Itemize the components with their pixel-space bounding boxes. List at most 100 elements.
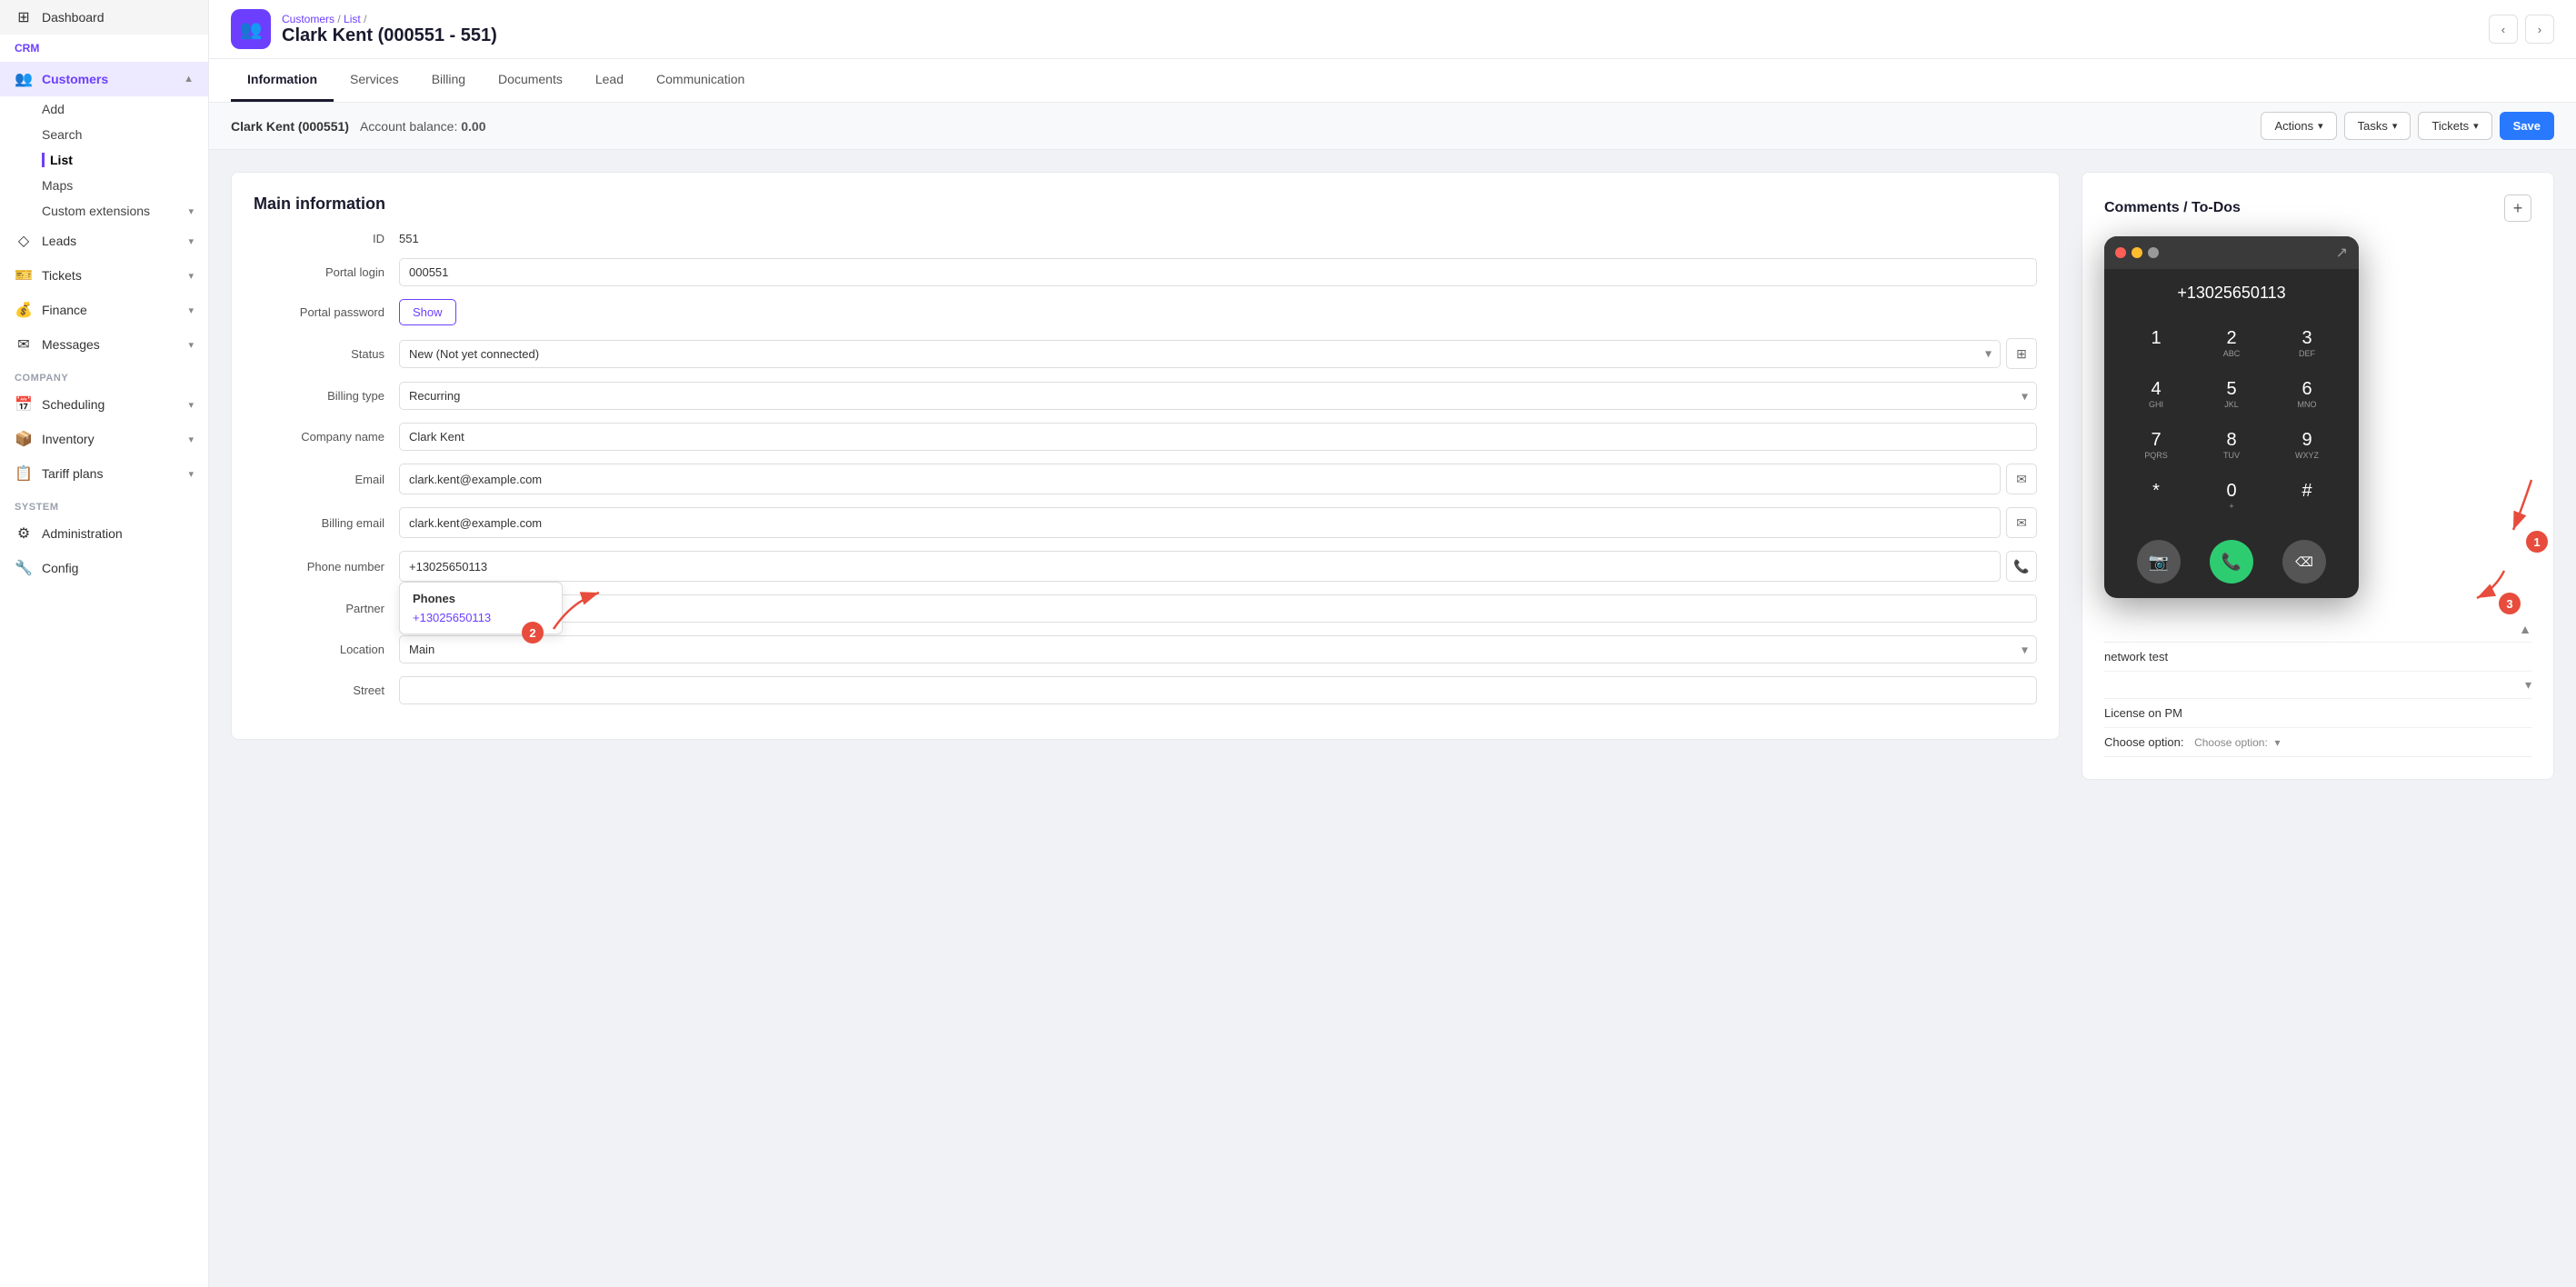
dialer-key-3[interactable]: 3DEF bbox=[2270, 319, 2344, 369]
billing-type-select[interactable]: Recurring bbox=[399, 382, 2037, 410]
status-label: Status bbox=[254, 347, 399, 361]
comment-toggle-2[interactable]: ▾ bbox=[2525, 677, 2531, 693]
comment-option-chevron[interactable]: ▾ bbox=[2274, 736, 2280, 749]
comments-card: Comments / To-Dos + ↗ +1302565 bbox=[2082, 172, 2554, 780]
company-name-input[interactable] bbox=[399, 423, 2037, 451]
page-header-icon: 👥 bbox=[231, 9, 271, 49]
dialer-backspace-button[interactable]: ⌫ bbox=[2282, 540, 2326, 584]
breadcrumb-list[interactable]: List bbox=[344, 13, 361, 25]
dialer-container: ↗ +13025650113 1 2ABC 3DEF 4GHI 5JKL 6MN… bbox=[2104, 236, 2531, 598]
sidebar-item-search[interactable]: Search bbox=[42, 122, 208, 147]
sidebar-item-administration[interactable]: ⚙ Administration bbox=[0, 516, 208, 551]
form-row-phone: Phone number 📞 Phones +13025650113 bbox=[254, 551, 2037, 582]
custom-ext-chevron: ▾ bbox=[188, 205, 194, 217]
customers-icon: 👥 bbox=[15, 70, 33, 88]
dialer-key-6[interactable]: 6MNO bbox=[2270, 370, 2344, 420]
dialer-key-hash[interactable]: # bbox=[2270, 472, 2344, 522]
sidebar-item-tariff[interactable]: 📋 Tariff plans ▾ bbox=[0, 456, 208, 491]
tab-services[interactable]: Services bbox=[334, 59, 415, 102]
comments-toggle-icon[interactable]: ▲ bbox=[2519, 622, 2531, 636]
sidebar-item-add[interactable]: Add bbox=[42, 96, 208, 122]
main-info-section: Main information ID 551 Portal login Por… bbox=[231, 172, 2060, 780]
id-value: 551 bbox=[399, 232, 419, 245]
tab-documents[interactable]: Documents bbox=[482, 59, 579, 102]
tab-billing[interactable]: Billing bbox=[415, 59, 482, 102]
sidebar-item-scheduling[interactable]: 📅 Scheduling ▾ bbox=[0, 387, 208, 422]
tab-information[interactable]: Information bbox=[231, 59, 334, 102]
sidebar-item-dashboard[interactable]: ⊞ Dashboard bbox=[0, 0, 208, 35]
breadcrumb-customers[interactable]: Customers bbox=[282, 13, 334, 25]
form-row-billing-type: Billing type Recurring bbox=[254, 382, 2037, 410]
email-icon[interactable]: ✉ bbox=[2006, 464, 2037, 494]
dialer-key-9[interactable]: 9WXYZ bbox=[2270, 421, 2344, 471]
header-nav-buttons: ‹ › bbox=[2489, 15, 2554, 44]
phone-field-group: 📞 bbox=[399, 551, 2037, 582]
dialer-key-0[interactable]: 0+ bbox=[2194, 472, 2269, 522]
messages-chevron: ▾ bbox=[188, 339, 194, 351]
phone-icon[interactable]: 📞 bbox=[2006, 551, 2037, 582]
tab-lead[interactable]: Lead bbox=[579, 59, 640, 102]
phone-label: Phone number bbox=[254, 560, 399, 574]
sidebar-item-tickets[interactable]: 🎫 Tickets ▾ bbox=[0, 258, 208, 293]
sidebar-item-inventory[interactable]: 📦 Inventory ▾ bbox=[0, 422, 208, 456]
add-comment-button[interactable]: + bbox=[2504, 195, 2531, 222]
dialer-key-7[interactable]: 7PQRS bbox=[2119, 421, 2193, 471]
sidebar: ⊞ Dashboard CRM 👥 Customers ▲ Add Search… bbox=[0, 0, 209, 1287]
account-balance-label: Account balance: 0.00 bbox=[360, 119, 486, 134]
sidebar-item-customers[interactable]: 👥 Customers ▲ bbox=[0, 62, 208, 96]
tasks-button[interactable]: Tasks bbox=[2344, 112, 2411, 140]
dialer-video-button[interactable]: 📷 bbox=[2137, 540, 2181, 584]
partner-input[interactable] bbox=[399, 594, 2037, 623]
email-input[interactable] bbox=[399, 464, 2001, 494]
status-select[interactable]: New (Not yet connected) bbox=[399, 340, 2001, 368]
dialer-key-star[interactable]: * bbox=[2119, 472, 2193, 522]
dialer-expand-icon[interactable]: ↗ bbox=[2336, 244, 2348, 262]
sidebar-item-config[interactable]: 🔧 Config bbox=[0, 551, 208, 585]
dialer-number-display: +13025650113 bbox=[2104, 269, 2359, 312]
billing-email-input[interactable] bbox=[399, 507, 2001, 538]
config-icon: 🔧 bbox=[15, 559, 33, 577]
status-addon-icon[interactable]: ⊞ bbox=[2006, 338, 2037, 369]
sidebar-item-finance[interactable]: 💰 Finance ▾ bbox=[0, 293, 208, 327]
dialer-key-1[interactable]: 1 bbox=[2119, 319, 2193, 369]
dialer-minimize-dot bbox=[2132, 247, 2142, 258]
tickets-button[interactable]: Tickets bbox=[2418, 112, 2491, 140]
annotation-2: 2 bbox=[522, 622, 544, 644]
comments-collapse: ▲ bbox=[2104, 616, 2531, 643]
form-row-portal-password: Portal password Show bbox=[254, 299, 2037, 325]
nav-next-button[interactable]: › bbox=[2525, 15, 2554, 44]
annotation-1: 1 bbox=[2526, 531, 2548, 553]
save-button[interactable]: Save bbox=[2500, 112, 2554, 140]
sidebar-item-custom-extensions[interactable]: Custom extensions ▾ bbox=[42, 198, 208, 224]
messages-icon: ✉ bbox=[15, 335, 33, 354]
nav-prev-button[interactable]: ‹ bbox=[2489, 15, 2518, 44]
form-row-company-name: Company name bbox=[254, 423, 2037, 451]
scheduling-chevron: ▾ bbox=[188, 399, 194, 411]
street-input[interactable] bbox=[399, 676, 2037, 704]
sidebar-item-messages[interactable]: ✉ Messages ▾ bbox=[0, 327, 208, 362]
scheduling-icon: 📅 bbox=[15, 395, 33, 414]
portal-login-input[interactable] bbox=[399, 258, 2037, 286]
phone-dialer: ↗ +13025650113 1 2ABC 3DEF 4GHI 5JKL 6MN… bbox=[2104, 236, 2359, 598]
partner-label: Partner bbox=[254, 602, 399, 615]
comment-item-1: network test bbox=[2104, 643, 2531, 672]
portal-login-label: Portal login bbox=[254, 265, 399, 279]
dashboard-icon: ⊞ bbox=[15, 8, 33, 26]
dialer-call-button[interactable]: 📞 bbox=[2210, 540, 2253, 584]
sidebar-item-maps[interactable]: Maps bbox=[42, 173, 208, 198]
dialer-key-2[interactable]: 2ABC bbox=[2194, 319, 2269, 369]
finance-chevron: ▾ bbox=[188, 304, 194, 316]
billing-email-icon[interactable]: ✉ bbox=[2006, 507, 2037, 538]
dialer-key-8[interactable]: 8TUV bbox=[2194, 421, 2269, 471]
street-label: Street bbox=[254, 683, 399, 697]
comment-text-1: network test bbox=[2104, 650, 2168, 663]
location-select[interactable]: Main bbox=[399, 635, 2037, 663]
show-password-button[interactable]: Show bbox=[399, 299, 456, 325]
dialer-key-4[interactable]: 4GHI bbox=[2119, 370, 2193, 420]
sidebar-item-list[interactable]: List bbox=[42, 147, 208, 173]
tab-communication[interactable]: Communication bbox=[640, 59, 761, 102]
phone-input[interactable] bbox=[399, 551, 2001, 582]
sidebar-item-leads[interactable]: ◇ Leads ▾ bbox=[0, 224, 208, 258]
dialer-key-5[interactable]: 5JKL bbox=[2194, 370, 2269, 420]
actions-button[interactable]: Actions bbox=[2261, 112, 2336, 140]
